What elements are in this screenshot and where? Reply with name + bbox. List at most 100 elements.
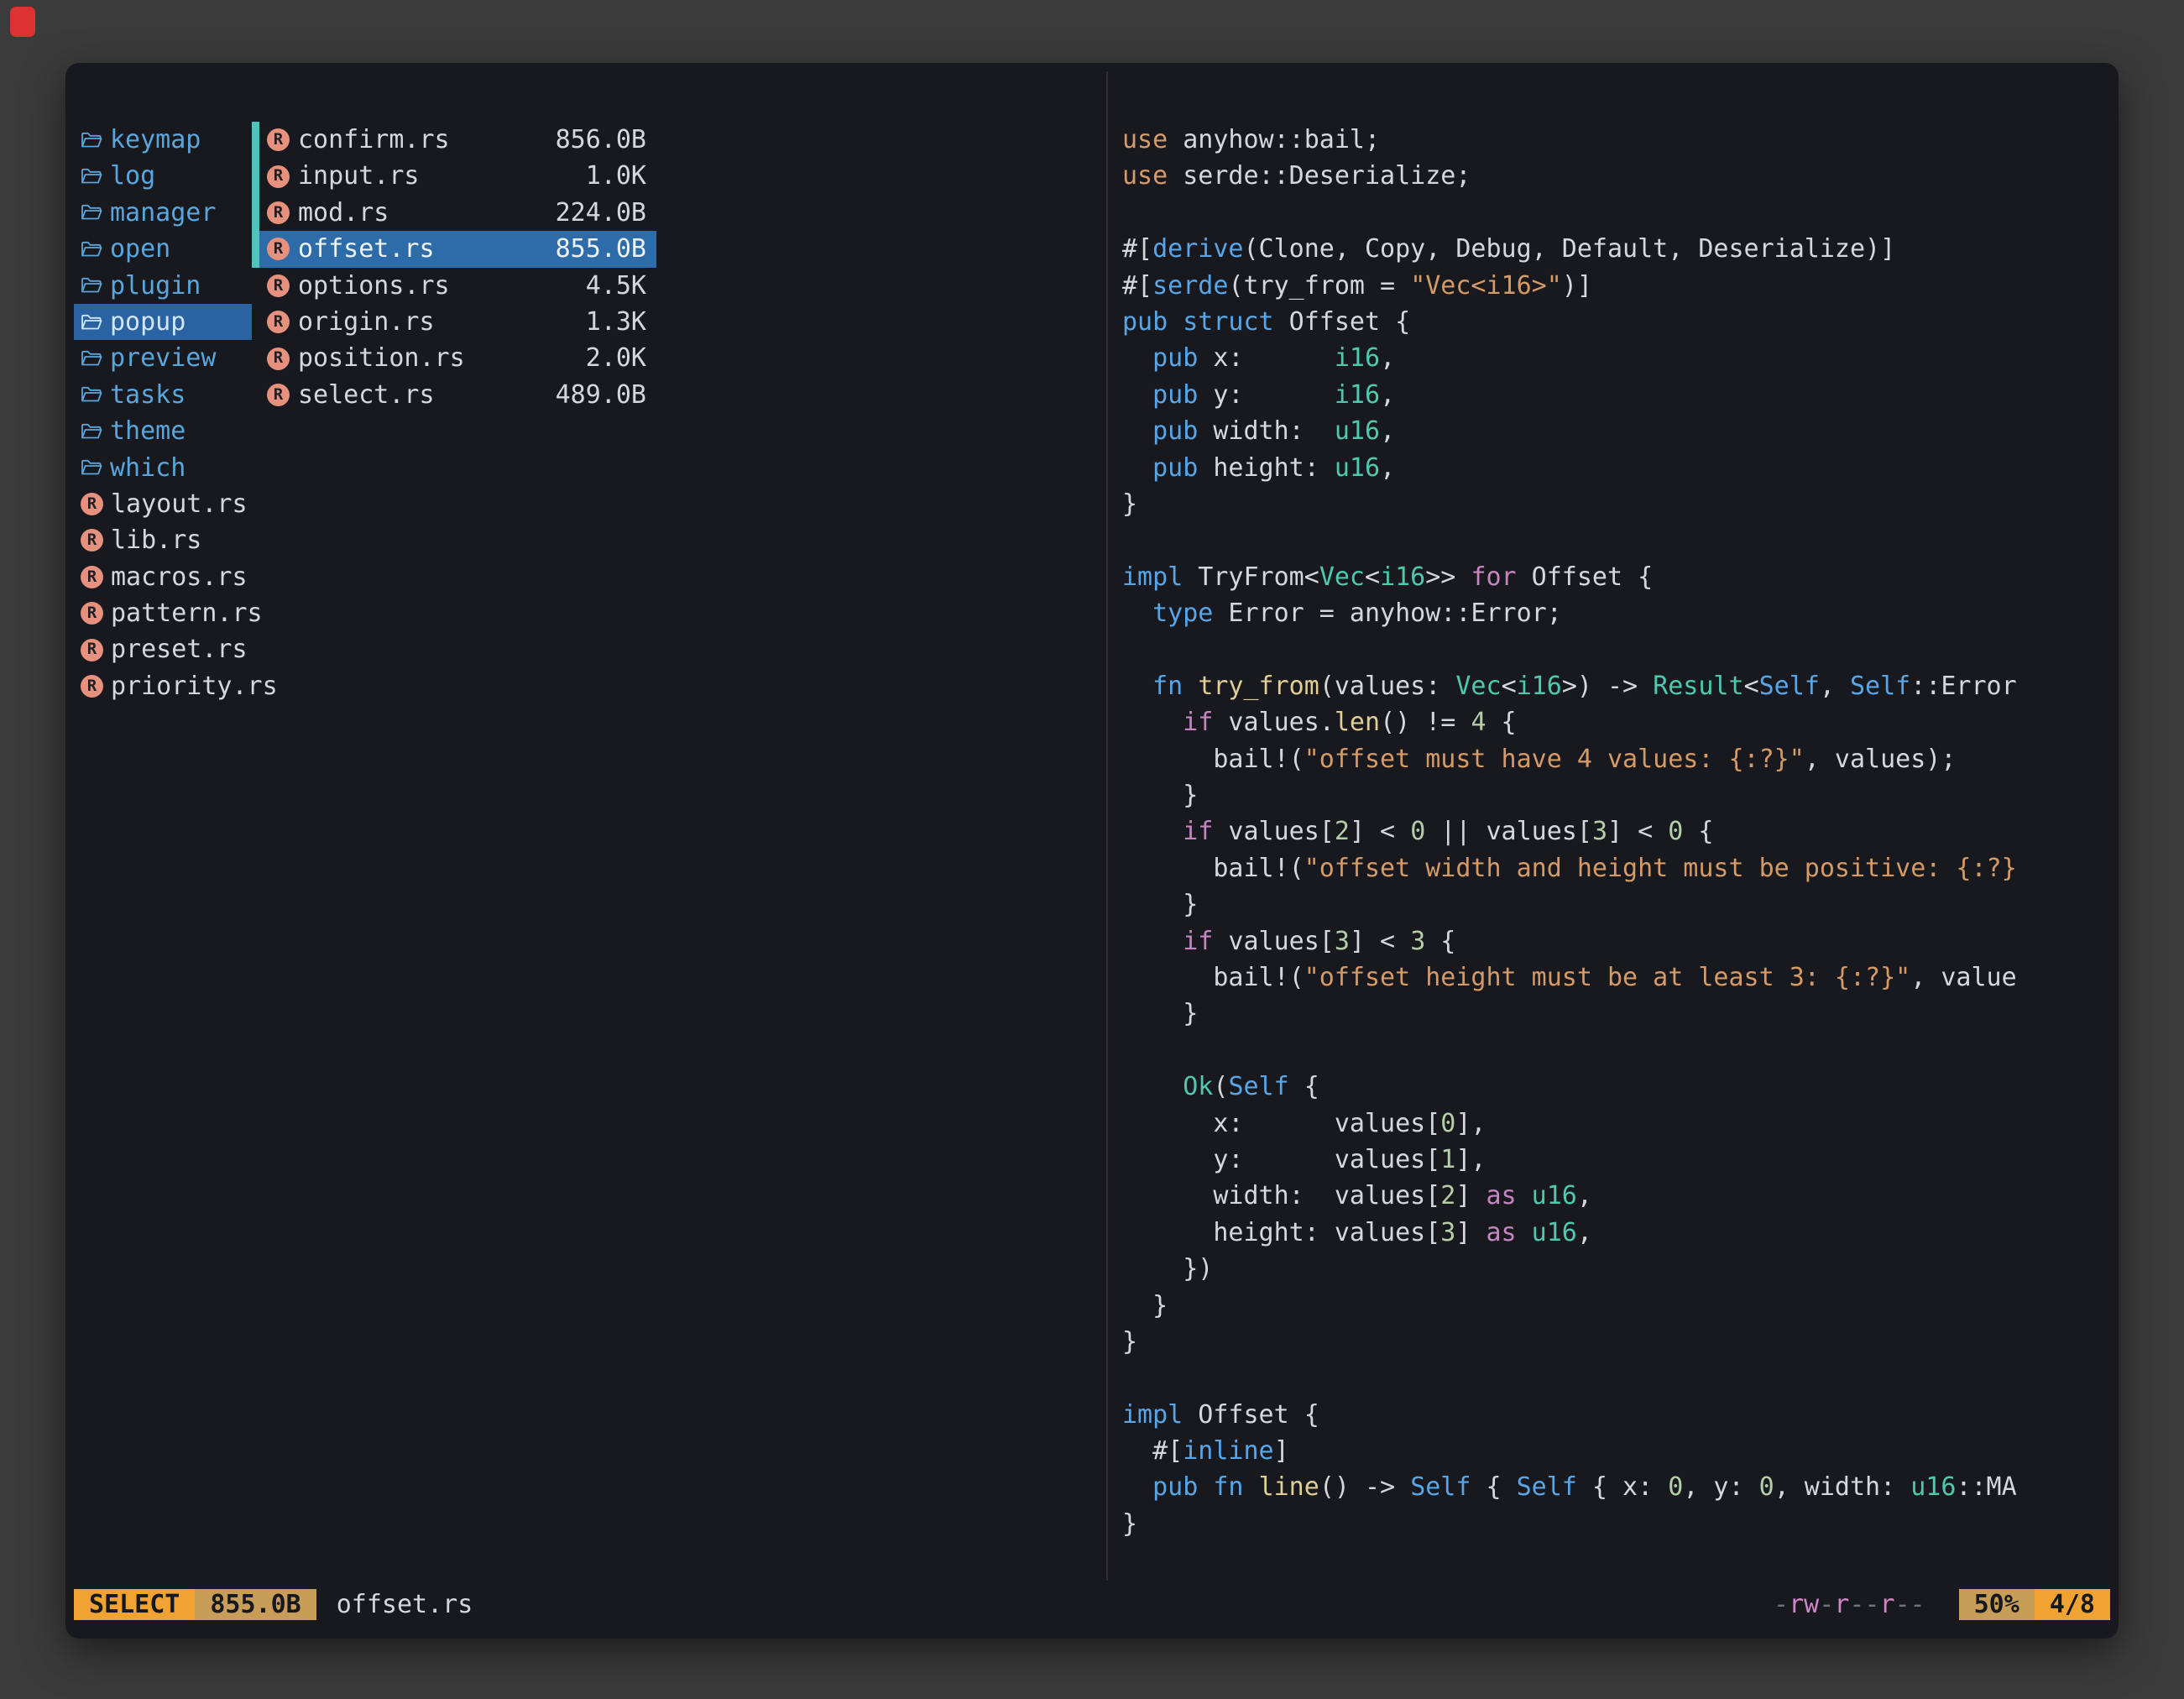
sidebar-file-row[interactable]: Rpattern.rs [74,595,252,631]
code-line: pub width: u16, [1122,413,2113,449]
sidebar-folder-row[interactable]: plugin [74,268,252,304]
code-token: } [1122,781,1198,810]
sidebar-folder-row[interactable]: open [74,231,252,267]
sidebar-item-label: popup [110,304,185,340]
sidebar-file-row[interactable]: Rlib.rs [74,522,252,558]
code-token: pub [1152,380,1198,410]
code-token: () -> [1319,1472,1410,1502]
file-name: options.rs [298,268,450,304]
code-line: } [1122,1324,2113,1360]
file-row[interactable]: Rselect.rs489.0B [252,377,656,413]
code-line: bail!("offset height must be at least 3:… [1122,959,2113,996]
code-token: values[ [1213,817,1335,846]
sidebar-item-label: pattern.rs [111,595,263,631]
rust-file-icon: R [81,566,103,588]
code-line: width: values[2] as u16, [1122,1178,2113,1214]
file-row[interactable]: Roffset.rs855.0B [252,231,656,267]
file-row[interactable]: Rconfirm.rs856.0B [252,122,656,158]
code-token: ] [1455,1181,1486,1210]
sidebar-file-row[interactable]: Rpriority.rs [74,668,252,704]
sidebar-folder-row[interactable]: popup [74,304,252,340]
code-token: if [1183,927,1213,956]
sidebar-item-label: preview [110,340,216,376]
code-token: }) [1122,1254,1213,1283]
code-token: width: values[ [1122,1181,1440,1210]
code-token: >> [1425,562,1471,592]
code-token: pub [1152,453,1198,483]
code-token: { [1425,927,1455,956]
sidebar-item-label: plugin [110,268,201,304]
code-token: if [1183,817,1213,846]
sidebar-file-row[interactable]: Rmacros.rs [74,559,252,595]
code-line: type Error = anyhow::Error; [1122,595,2113,631]
code-token: 3 [1335,927,1350,956]
code-token: derive [1152,234,1243,264]
sidebar-folder-row[interactable]: log [74,158,252,194]
rust-file-icon: R [267,384,290,406]
sidebar-folder-row[interactable]: manager [74,195,252,231]
file-size: 1.3K [586,304,646,340]
rust-file-icon: R [267,201,290,224]
sidebar-folder-row[interactable]: theme [74,413,252,449]
rust-file-icon: R [267,274,290,297]
visual-selection-bar [252,122,259,268]
code-token: #[ [1122,234,1152,264]
code-token: < [1502,672,1517,701]
code-token: (try_from = [1228,271,1410,301]
code-token: 3 [1440,1218,1455,1247]
code-line: height: values[3] as u16, [1122,1215,2113,1251]
folder-open-icon [81,311,102,333]
code-token: impl [1122,562,1183,592]
code-token: values. [1213,708,1335,737]
code-token: fn [1152,672,1183,701]
code-token: ( [1213,1072,1228,1101]
file-row[interactable]: Rposition.rs2.0K [252,340,656,376]
file-name: offset.rs [298,231,435,267]
code-line: use anyhow::bail; [1122,122,2113,158]
code-token: 2 [1440,1181,1455,1210]
rust-file-icon: R [81,675,103,698]
code-token: Self [1517,1472,1577,1502]
code-token: Result [1653,672,1743,701]
code-token: 0 [1668,817,1683,846]
sidebar-file-row[interactable]: Rlayout.rs [74,486,252,522]
file-size: 224.0B [556,195,646,231]
rust-file-icon: R [267,238,290,260]
code-line: } [1122,777,2113,813]
file-row[interactable]: Roptions.rs 4.5K [252,268,656,304]
code-line: #[serde(try_from = "Vec<i16>")] [1122,268,2113,304]
code-token: as [1486,1218,1516,1247]
folder-open-icon [81,274,102,296]
file-row[interactable]: Rmod.rs224.0B [252,195,656,231]
code-token: values[ [1213,927,1335,956]
sidebar-file-row[interactable]: Rpreset.rs [74,631,252,667]
sidebar-folder-row[interactable]: keymap [74,122,252,158]
code-token [1122,599,1152,628]
sidebar-folder-row[interactable]: preview [74,340,252,376]
file-row[interactable]: Rinput.rs1.0K [252,158,656,194]
code-token: Self [1228,1072,1288,1101]
code-token: #[ [1122,1436,1183,1466]
code-line: if values[3] < 3 { [1122,923,2113,959]
code-token: pub [1152,416,1198,446]
code-token: { [1683,817,1713,846]
code-token [1517,1181,1532,1210]
code-token: if [1183,708,1213,737]
code-line: pub fn line() -> Self { Self { x: 0, y: … [1122,1469,2113,1505]
code-token: try_from [1198,672,1319,701]
file-size: 4.5K [586,268,646,304]
code-token: , [1380,416,1395,446]
code-line [1122,195,2113,231]
perm-token: -- [1849,1590,1879,1619]
code-token: y: values[ [1122,1145,1440,1174]
sidebar-folder-row[interactable]: which [74,450,252,486]
sidebar-item-label: layout.rs [111,486,248,522]
code-token: () != [1380,708,1471,737]
code-token [1122,1072,1183,1101]
file-row[interactable]: Rorigin.rs1.3K [252,304,656,340]
sidebar-item-label: which [110,450,185,486]
sidebar-folder-row[interactable]: tasks [74,377,252,413]
code-token: )] [1562,271,1592,301]
rust-file-icon: R [267,165,290,188]
code-token: u16 [1335,416,1380,446]
